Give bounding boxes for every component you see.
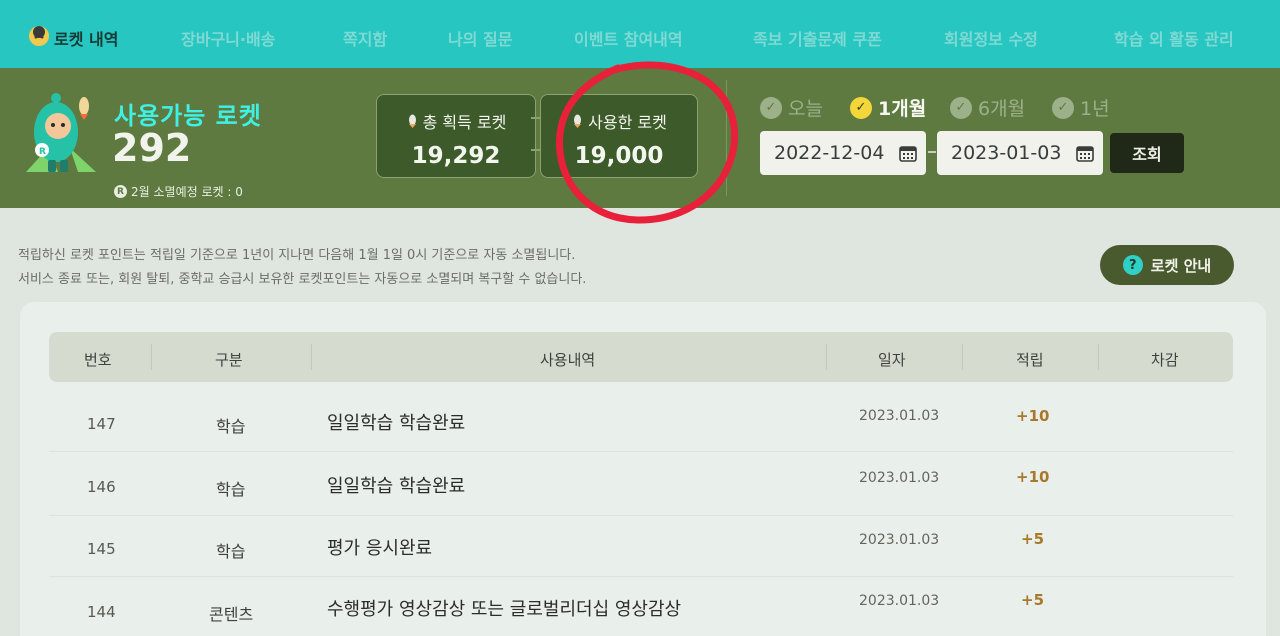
column-header-deducted: 차감	[1151, 351, 1179, 369]
row-date: 2023.01.03	[859, 470, 940, 486]
divider	[726, 80, 727, 196]
column-header-date: 일자	[878, 351, 906, 369]
period-1-year-label: 1년	[1080, 98, 1110, 120]
period-today[interactable]: ✓ 오늘	[760, 94, 823, 121]
end-date-value: 2023-01-03	[951, 142, 1062, 164]
nav-item-edit-profile[interactable]: 회원정보 수정	[944, 26, 1038, 50]
svg-text:R: R	[39, 147, 46, 157]
rocket-guide-button[interactable]: ? 로켓 안내	[1100, 245, 1234, 285]
check-circle-icon: ✓	[760, 96, 782, 119]
column-header-category: 구분	[215, 351, 243, 369]
row-description: 일일학습 학습완료	[327, 413, 466, 434]
rocket-guide-label: 로켓 안내	[1150, 256, 1212, 275]
available-rockets-value: 292	[112, 126, 192, 170]
total-rockets-value: 19,292	[411, 143, 501, 169]
nav-item-messages[interactable]: 쪽지함	[343, 26, 387, 50]
rocket-r-icon: R	[114, 185, 127, 198]
column-header-number: 번호	[84, 351, 112, 369]
rocket-mascot-icon	[29, 26, 49, 46]
end-date-input[interactable]: 2023-01-03	[937, 131, 1103, 175]
row-divider	[49, 515, 1233, 516]
row-divider	[49, 576, 1233, 577]
rocket-icon	[408, 114, 416, 128]
row-date: 2023.01.03	[859, 408, 940, 424]
row-earned-points: +5	[1021, 591, 1045, 609]
used-rockets-label: 사용한 로켓	[588, 113, 667, 132]
period-today-label: 오늘	[788, 98, 823, 120]
row-number: 147	[87, 415, 116, 433]
date-range-dash	[928, 151, 936, 153]
search-button[interactable]: 조회	[1110, 133, 1184, 173]
total-rockets-label: 총 획득 로켓	[422, 113, 507, 132]
period-1-year[interactable]: ✓ 1년	[1052, 94, 1110, 121]
total-rockets-box: 총 획득 로켓 19,292	[376, 94, 536, 178]
rocket-icon	[574, 114, 582, 128]
notice-line-1: 적립하신 로켓 포인트는 적립일 기준으로 1년이 지나면 다음해 1월 1일 …	[18, 248, 576, 263]
nav-item-activity-management[interactable]: 학습 외 활동 관리	[1114, 26, 1234, 50]
period-1-month-label: 1개월	[878, 98, 927, 120]
question-icon: ?	[1122, 255, 1143, 275]
row-description: 수행평가 영상감상 또는 글로벌리더십 영상감상	[327, 599, 682, 620]
rocket-mascot-icon: R	[26, 93, 96, 172]
period-1-month[interactable]: ✓ 1개월	[850, 94, 926, 121]
calendar-icon[interactable]	[898, 143, 918, 163]
period-6-months[interactable]: ✓ 6개월	[950, 94, 1025, 121]
expire-note: R 2월 소멸예정 로켓 : 0	[114, 183, 243, 200]
row-earned-points: +10	[1016, 468, 1050, 486]
column-header-earned: 적립	[1016, 351, 1044, 369]
nav-item-my-questions[interactable]: 나의 질문	[448, 26, 512, 50]
check-circle-icon: ✓	[850, 96, 872, 119]
period-6-months-label: 6개월	[978, 98, 1026, 120]
row-category: 콘텐츠	[209, 605, 254, 624]
row-date: 2023.01.03	[859, 532, 940, 548]
nav-title-rocket-history[interactable]: 로켓 내역	[54, 26, 118, 50]
top-nav: 로켓 내역 장바구니·배송 쪽지함 나의 질문 이벤트 참여내역 족보 기출문제…	[0, 0, 1280, 68]
column-separator	[1098, 344, 1099, 370]
nav-item-event-history[interactable]: 이벤트 참여내역	[574, 26, 683, 50]
row-earned-points: +5	[1021, 530, 1045, 548]
row-number: 145	[87, 540, 116, 558]
column-separator	[151, 344, 152, 370]
nav-item-cart-shipping[interactable]: 장바구니·배송	[181, 26, 275, 50]
nav-item-exam-coupon[interactable]: 족보 기출문제 쿠폰	[753, 26, 882, 50]
column-separator	[311, 344, 312, 370]
column-separator	[826, 344, 827, 370]
row-earned-points: +10	[1016, 407, 1050, 425]
row-description: 일일학습 학습완료	[327, 476, 466, 497]
check-circle-icon: ✓	[950, 96, 972, 119]
row-date: 2023.01.03	[859, 593, 940, 609]
row-category: 학습	[216, 417, 246, 436]
check-circle-icon: ✓	[1052, 96, 1074, 119]
row-number: 146	[87, 478, 116, 496]
start-date-input[interactable]: 2022-12-04	[760, 131, 926, 175]
row-category: 학습	[216, 480, 246, 499]
column-header-description: 사용내역	[540, 351, 596, 369]
used-rockets-box: 사용한 로켓 19,000	[540, 94, 698, 178]
calendar-icon[interactable]	[1075, 143, 1095, 163]
used-rockets-value: 19,000	[574, 143, 664, 169]
column-separator	[962, 344, 963, 370]
expire-note-text: 2월 소멸예정 로켓 : 0	[131, 185, 243, 199]
notice-line-2: 서비스 종료 또는, 회원 탈퇴, 중학교 승급시 보유한 로켓포인트는 자동으…	[18, 272, 587, 287]
row-divider	[49, 451, 1233, 452]
row-number: 144	[87, 603, 116, 621]
row-category: 학습	[216, 542, 246, 561]
start-date-value: 2022-12-04	[774, 142, 885, 164]
row-description: 평가 응시완료	[327, 538, 433, 559]
